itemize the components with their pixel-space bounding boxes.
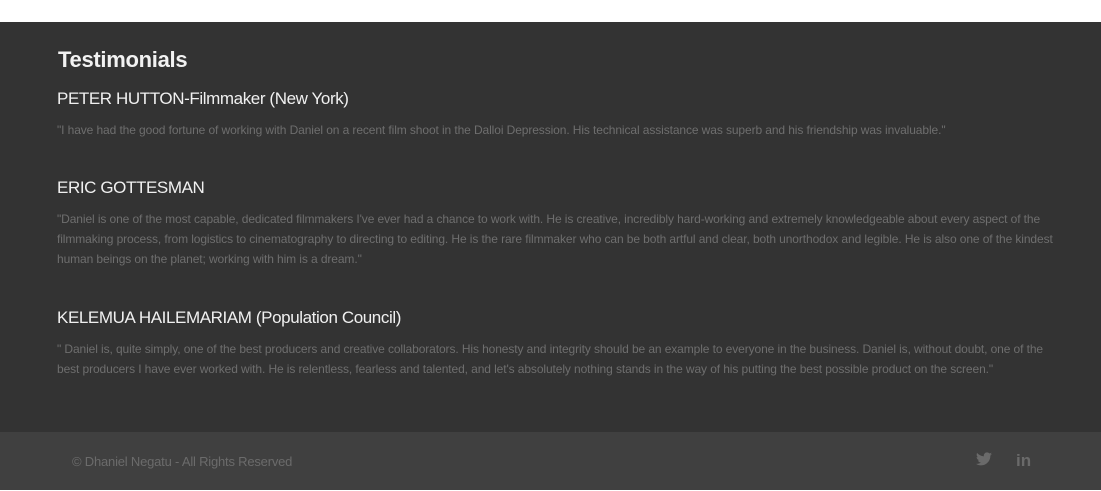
testimonial-item: KELEMUA HAILEMARIAM (Population Council)… — [57, 307, 1055, 379]
testimonial-item: ERIC GOTTESMAN "Daniel is one of the mos… — [57, 177, 1055, 269]
testimonial-item: PETER HUTTON-Filmmaker (New York) "I hav… — [57, 88, 1055, 140]
footer: © Dhaniel Negatu - All Rights Reserved i… — [0, 432, 1101, 490]
testimonial-author: PETER HUTTON-Filmmaker (New York) — [57, 89, 349, 108]
testimonial-author: KELEMUA HAILEMARIAM (Population Council) — [57, 308, 401, 327]
testimonial-quote: "I have had the good fortune of working … — [57, 123, 946, 137]
testimonial-quote: " Daniel is, quite simply, one of the be… — [57, 342, 1043, 376]
copyright-text: © Dhaniel Negatu - All Rights Reserved — [72, 454, 293, 469]
testimonials-section: Testimonials PETER HUTTON-Filmmaker (New… — [0, 22, 1101, 432]
linkedin-icon[interactable]: in — [1016, 452, 1034, 470]
twitter-icon[interactable] — [976, 452, 994, 470]
section-title: Testimonials — [58, 47, 188, 72]
testimonial-quote: "Daniel is one of the most capable, dedi… — [57, 212, 1053, 266]
testimonial-author: ERIC GOTTESMAN — [57, 178, 205, 197]
social-links: in — [976, 452, 1034, 470]
linkedin-label: in — [1016, 451, 1032, 470]
top-strip — [0, 0, 1101, 22]
